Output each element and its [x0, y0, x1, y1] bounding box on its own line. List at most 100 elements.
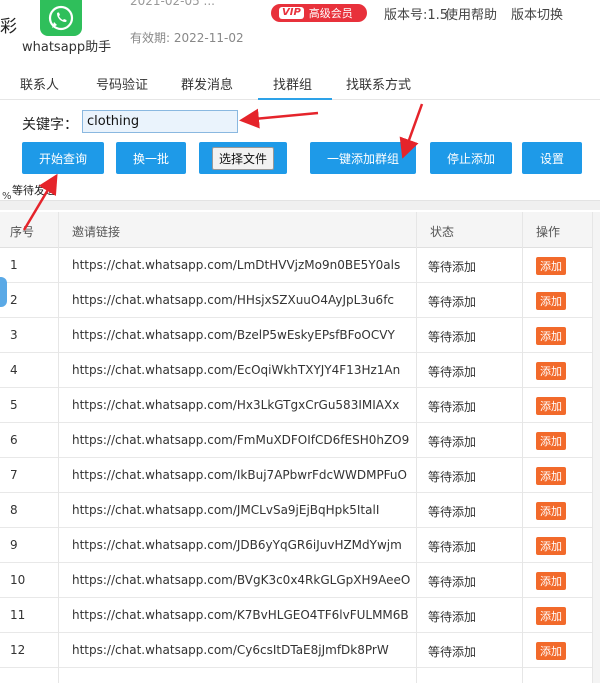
row-status: 等待添加 — [428, 295, 477, 309]
vip-badge: VIP 高级会员 — [271, 4, 367, 22]
invite-link[interactable]: https://chat.whatsapp.com/EcOqiWkhTXYJY4… — [72, 363, 400, 377]
table-row: 7 https://chat.whatsapp.com/IkBuj7APbwrFd… — [0, 458, 600, 493]
add-group-button[interactable]: 添加 — [536, 257, 566, 275]
header-status: 状态 — [430, 225, 455, 239]
add-group-button[interactable]: 添加 — [536, 572, 566, 590]
add-group-button[interactable]: 添加 — [536, 642, 566, 660]
row-number: 5 — [10, 398, 18, 412]
help-link[interactable]: 使用帮助 — [445, 4, 497, 23]
invite-link[interactable]: https://chat.whatsapp.com/Hx3LkGTgxCrGu5… — [72, 398, 399, 412]
invite-link[interactable]: https://chat.whatsapp.com/BVgK3c0x4RkGLG… — [72, 573, 410, 587]
next-batch-button[interactable]: 换一批 — [116, 142, 186, 174]
start-query-button[interactable]: 开始查询 — [22, 142, 104, 174]
row-status: 等待添加 — [428, 260, 477, 274]
keyword-label: 关键字： — [22, 117, 78, 133]
add-group-button[interactable]: 添加 — [536, 397, 566, 415]
row-number: 10 — [10, 573, 26, 587]
row-number: 1 — [10, 258, 18, 272]
tab-find-groups[interactable]: 找群组 — [273, 74, 312, 93]
vip-tag: VIP — [279, 7, 304, 19]
add-group-button[interactable]: 添加 — [536, 502, 566, 520]
table-row: 10 https://chat.whatsapp.com/BVgK3c0x4RkG… — [0, 563, 600, 598]
invite-link[interactable]: https://chat.whatsapp.com/IkBuj7APbwrFdc… — [72, 468, 407, 482]
add-group-button[interactable]: 添加 — [536, 362, 566, 380]
stop-adding-button[interactable]: 停止添加 — [430, 142, 512, 174]
row-number: 2 — [10, 293, 18, 307]
invite-link[interactable]: https://chat.whatsapp.com/BzelP5wEskyEPs… — [72, 328, 395, 342]
column-divider — [522, 212, 523, 683]
side-drawer-handle[interactable] — [0, 277, 7, 307]
invite-link[interactable]: https://chat.whatsapp.com/JDB6yYqGR6iJuv… — [72, 538, 402, 552]
row-status: 等待添加 — [428, 400, 477, 414]
table-row: 2 https://chat.whatsapp.com/HHsjxSZXuuO4A… — [0, 283, 600, 318]
header-invite-link: 邀请链接 — [72, 225, 121, 239]
row-status: 等待添加 — [428, 365, 477, 379]
header-action: 操作 — [536, 225, 561, 239]
main-tabs: 联系人 号码验证 群发消息 找群组 找联系方式 — [0, 66, 600, 100]
add-all-groups-button[interactable]: 一键添加群组 — [310, 142, 416, 174]
cut-off-text: 彩 — [0, 17, 17, 37]
add-group-button[interactable]: 添加 — [536, 327, 566, 345]
status-text: 等待发送 — [12, 184, 56, 197]
row-status: 等待添加 — [428, 470, 477, 484]
switch-version-link[interactable]: 版本切换 — [511, 4, 563, 23]
active-tab-indicator — [258, 98, 332, 100]
table-row: 11 https://chat.whatsapp.com/K7BvHLGEO4TF… — [0, 598, 600, 633]
row-number: 12 — [10, 643, 26, 657]
row-number: 7 — [10, 468, 18, 482]
table-header: 序号 邀请链接 状态 操作 — [0, 212, 600, 248]
version-label: 版本号:1.5 — [384, 8, 449, 23]
add-group-button[interactable]: 添加 — [536, 537, 566, 555]
invite-link[interactable]: https://chat.whatsapp.com/Cy6csItDTaE8jJ… — [72, 643, 389, 657]
add-group-button[interactable]: 添加 — [536, 607, 566, 625]
table-row: 12 https://chat.whatsapp.com/Cy6csItDTaE8… — [0, 633, 600, 668]
table-row: 8 https://chat.whatsapp.com/JMCLvSa9jEjBq… — [0, 493, 600, 528]
add-group-button[interactable]: 添加 — [536, 292, 566, 310]
table-row: 9 https://chat.whatsapp.com/JDB6yYqGR6iJu… — [0, 528, 600, 563]
choose-file-button[interactable]: 选择文件 — [211, 146, 274, 170]
row-number: 6 — [10, 433, 18, 447]
column-divider — [58, 212, 59, 683]
settings-button[interactable]: 设置 — [522, 142, 582, 174]
whatsapp-logo-icon — [40, 0, 82, 36]
row-number: 4 — [10, 363, 18, 377]
table-row: 6 https://chat.whatsapp.com/FmMuXDFOIfCD6… — [0, 423, 600, 458]
arrow-to-input — [239, 108, 319, 129]
table-scrollbar[interactable] — [592, 212, 600, 683]
column-divider — [416, 212, 417, 683]
row-number: 11 — [10, 608, 26, 622]
app-name: whatsapp助手 — [22, 40, 112, 55]
table-row: 4 https://chat.whatsapp.com/EcOqiWkhTXYJY… — [0, 353, 600, 388]
row-number: 3 — [10, 328, 18, 342]
invite-link[interactable]: https://chat.whatsapp.com/LmDtHVVjzMo9n0… — [72, 258, 400, 272]
progress-bar — [0, 200, 600, 210]
row-status: 等待添加 — [428, 540, 477, 554]
row-number: 8 — [10, 503, 18, 517]
header-number: 序号 — [10, 225, 35, 239]
invite-link[interactable]: https://chat.whatsapp.com/HHsjxSZXuuO4Ay… — [72, 293, 394, 307]
invite-link[interactable]: https://chat.whatsapp.com/FmMuXDFOIfCD6f… — [72, 433, 409, 447]
row-status: 等待添加 — [428, 645, 477, 659]
invite-link[interactable]: https://chat.whatsapp.com/K7BvHLGEO4TF6l… — [72, 608, 409, 622]
registration-date: 2021-02-05 ... — [130, 0, 215, 8]
choose-file-area: 选择文件 — [199, 142, 287, 174]
valid-until: 有效期: 2022-11-02 — [130, 31, 244, 45]
table-row: 1 https://chat.whatsapp.com/LmDtHVVjzMo9n… — [0, 248, 600, 283]
tab-contacts[interactable]: 联系人 — [20, 74, 59, 93]
table-row: 5 https://chat.whatsapp.com/Hx3LkGTgxCrGu… — [0, 388, 600, 423]
app-header: 彩 whatsapp助手 2021-02-05 ... 有效期: 2022-11… — [0, 0, 600, 62]
row-status: 等待添加 — [428, 610, 477, 624]
keyword-input[interactable] — [82, 110, 238, 133]
row-status: 等待添加 — [428, 575, 477, 589]
add-group-button[interactable]: 添加 — [536, 467, 566, 485]
vip-label: 高级会员 — [308, 7, 353, 20]
tab-number-verify[interactable]: 号码验证 — [96, 74, 148, 93]
tab-find-contact-info[interactable]: 找联系方式 — [346, 74, 411, 93]
table-row: 3 https://chat.whatsapp.com/BzelP5wEskyEP… — [0, 318, 600, 353]
row-status: 等待添加 — [428, 330, 477, 344]
row-status: 等待添加 — [428, 435, 477, 449]
add-group-button[interactable]: 添加 — [536, 432, 566, 450]
row-status: 等待添加 — [428, 505, 477, 519]
tab-bulk-message[interactable]: 群发消息 — [181, 74, 233, 93]
invite-link[interactable]: https://chat.whatsapp.com/JMCLvSa9jEjBqH… — [72, 503, 379, 517]
